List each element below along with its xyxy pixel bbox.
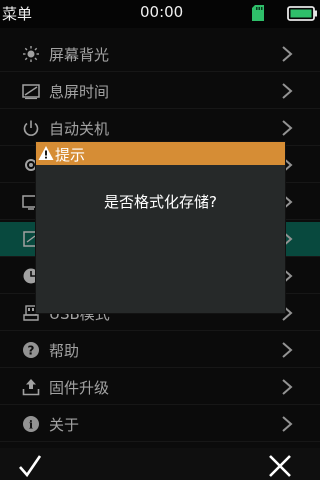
dialog-header: 提示 — [36, 142, 285, 165]
clock-readout: 00:00 — [140, 3, 184, 21]
close-icon[interactable] — [268, 454, 292, 478]
checkmark-icon[interactable] — [18, 454, 42, 478]
menu-title: 菜单 — [2, 5, 33, 23]
dialog-title: 提示 — [55, 146, 86, 164]
battery-icon — [287, 6, 317, 21]
dialog-message: 是否格式化存储? — [104, 193, 217, 211]
sd-card-icon — [252, 5, 264, 21]
status-bar: 菜单 00:00 — [0, 0, 320, 28]
format-confirm-dialog: 提示 是否格式化存储? — [36, 142, 285, 313]
warning-icon — [38, 146, 54, 160]
